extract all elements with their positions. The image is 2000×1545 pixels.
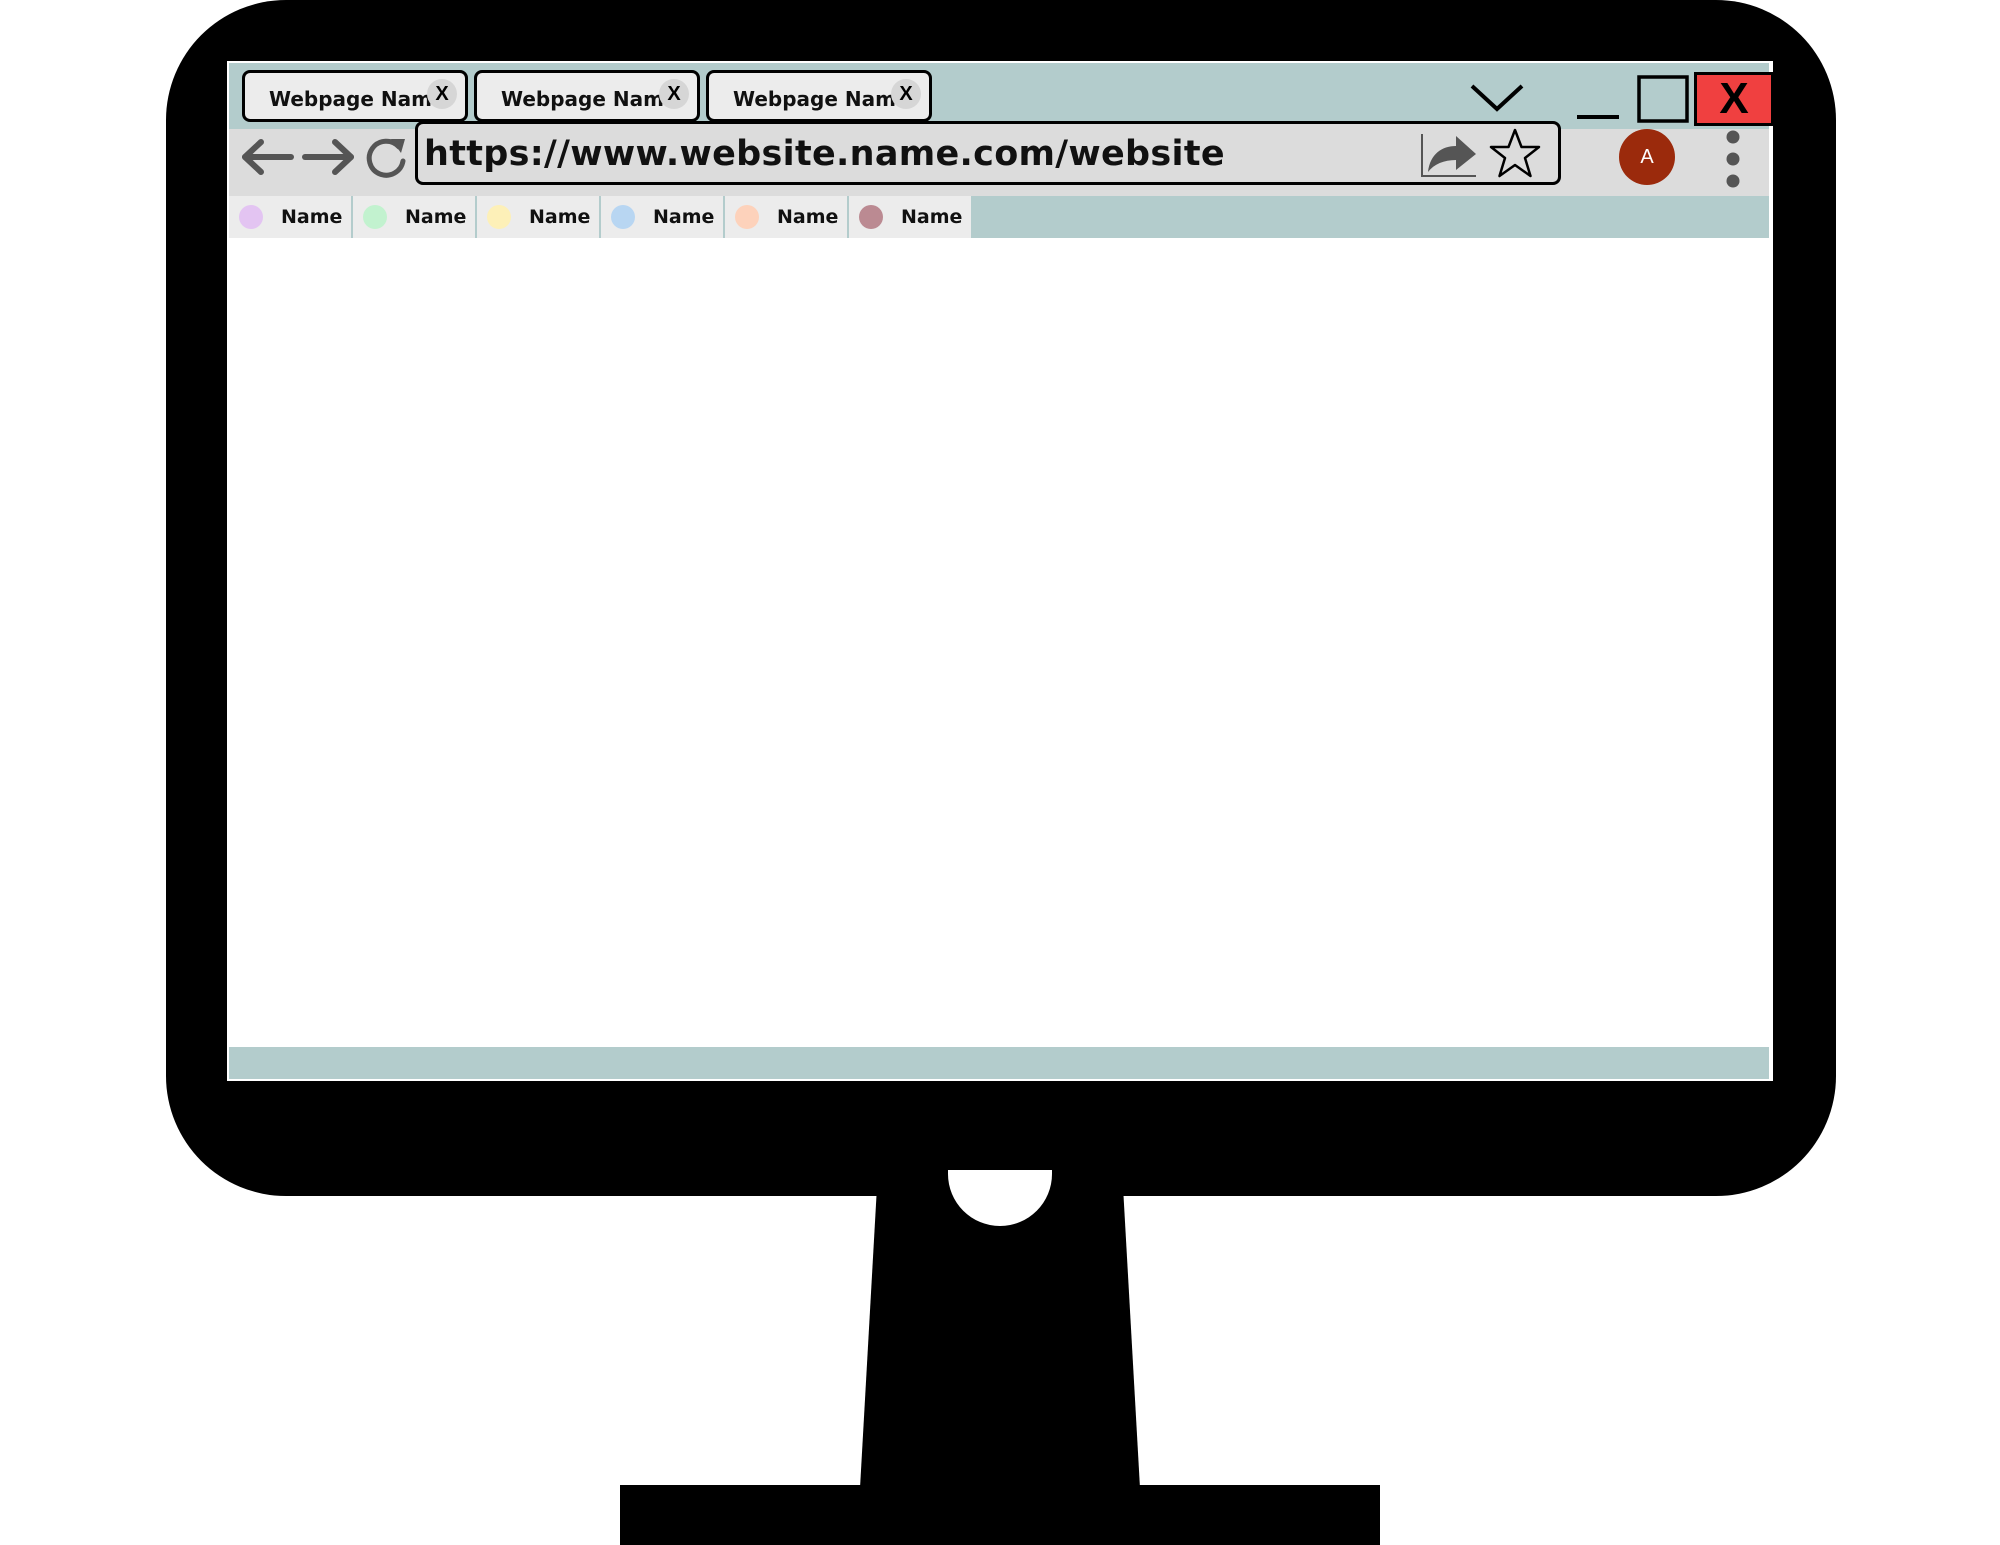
tab-close-button[interactable]: X: [891, 79, 921, 109]
forward-arrow-icon[interactable]: [301, 137, 357, 177]
browser-tab[interactable]: Webpage Name X: [242, 70, 468, 122]
back-arrow-icon[interactable]: [239, 137, 295, 177]
tab-title: Webpage Name: [733, 87, 910, 111]
bookmark-label: Name: [653, 206, 715, 228]
bookmark-label: Name: [281, 206, 343, 228]
bookmark-item[interactable]: Name: [849, 196, 973, 238]
bookmark-color-dot: [611, 205, 635, 229]
status-bar: [229, 1047, 1769, 1079]
close-window-button[interactable]: X: [1694, 72, 1773, 126]
monitor-base: [620, 1485, 1380, 1545]
reload-icon[interactable]: [361, 133, 411, 183]
share-icon[interactable]: [1418, 128, 1480, 180]
tab-title: Webpage Name: [501, 87, 678, 111]
minimize-icon[interactable]: [1575, 113, 1621, 121]
tab-close-button[interactable]: X: [427, 79, 457, 109]
bookmark-color-dot: [859, 205, 883, 229]
bookmark-item[interactable]: Name: [353, 196, 477, 238]
bookmark-color-dot: [363, 205, 387, 229]
profile-avatar[interactable]: A: [1619, 129, 1675, 185]
tab-close-button[interactable]: X: [659, 79, 689, 109]
maximize-icon[interactable]: [1637, 75, 1689, 123]
monitor-neck: [860, 1190, 1140, 1488]
bookmark-label: Name: [405, 206, 467, 228]
browser-tab[interactable]: Webpage Name X: [706, 70, 932, 122]
star-icon[interactable]: [1486, 126, 1544, 182]
tab-strip: Webpage Name X Webpage Name X Webpage Na…: [229, 63, 1773, 129]
bookmark-label: Name: [901, 206, 963, 228]
more-vertical-icon[interactable]: [1725, 129, 1741, 189]
browser-tab[interactable]: Webpage Name X: [474, 70, 700, 122]
bookmarks-bar: Name Name Name Name Name Name: [229, 196, 1769, 238]
bookmark-label: Name: [777, 206, 839, 228]
close-window-label: X: [1719, 74, 1749, 123]
page-content[interactable]: [229, 238, 1769, 1047]
bookmark-color-dot: [239, 205, 263, 229]
url-text: https://www.website.name.com/website: [424, 134, 1225, 174]
tab-title: Webpage Name: [269, 87, 446, 111]
chevron-down-icon[interactable]: [1469, 83, 1525, 113]
bookmark-item[interactable]: Name: [725, 196, 849, 238]
bookmark-color-dot: [487, 205, 511, 229]
bookmark-item[interactable]: Name: [229, 196, 353, 238]
bookmark-label: Name: [529, 206, 591, 228]
browser-window: Webpage Name X Webpage Name X Webpage Na…: [227, 61, 1773, 1081]
bookmark-item[interactable]: Name: [477, 196, 601, 238]
bookmark-color-dot: [735, 205, 759, 229]
address-bar[interactable]: https://www.website.name.com/website: [415, 121, 1561, 185]
bookmark-item[interactable]: Name: [601, 196, 725, 238]
